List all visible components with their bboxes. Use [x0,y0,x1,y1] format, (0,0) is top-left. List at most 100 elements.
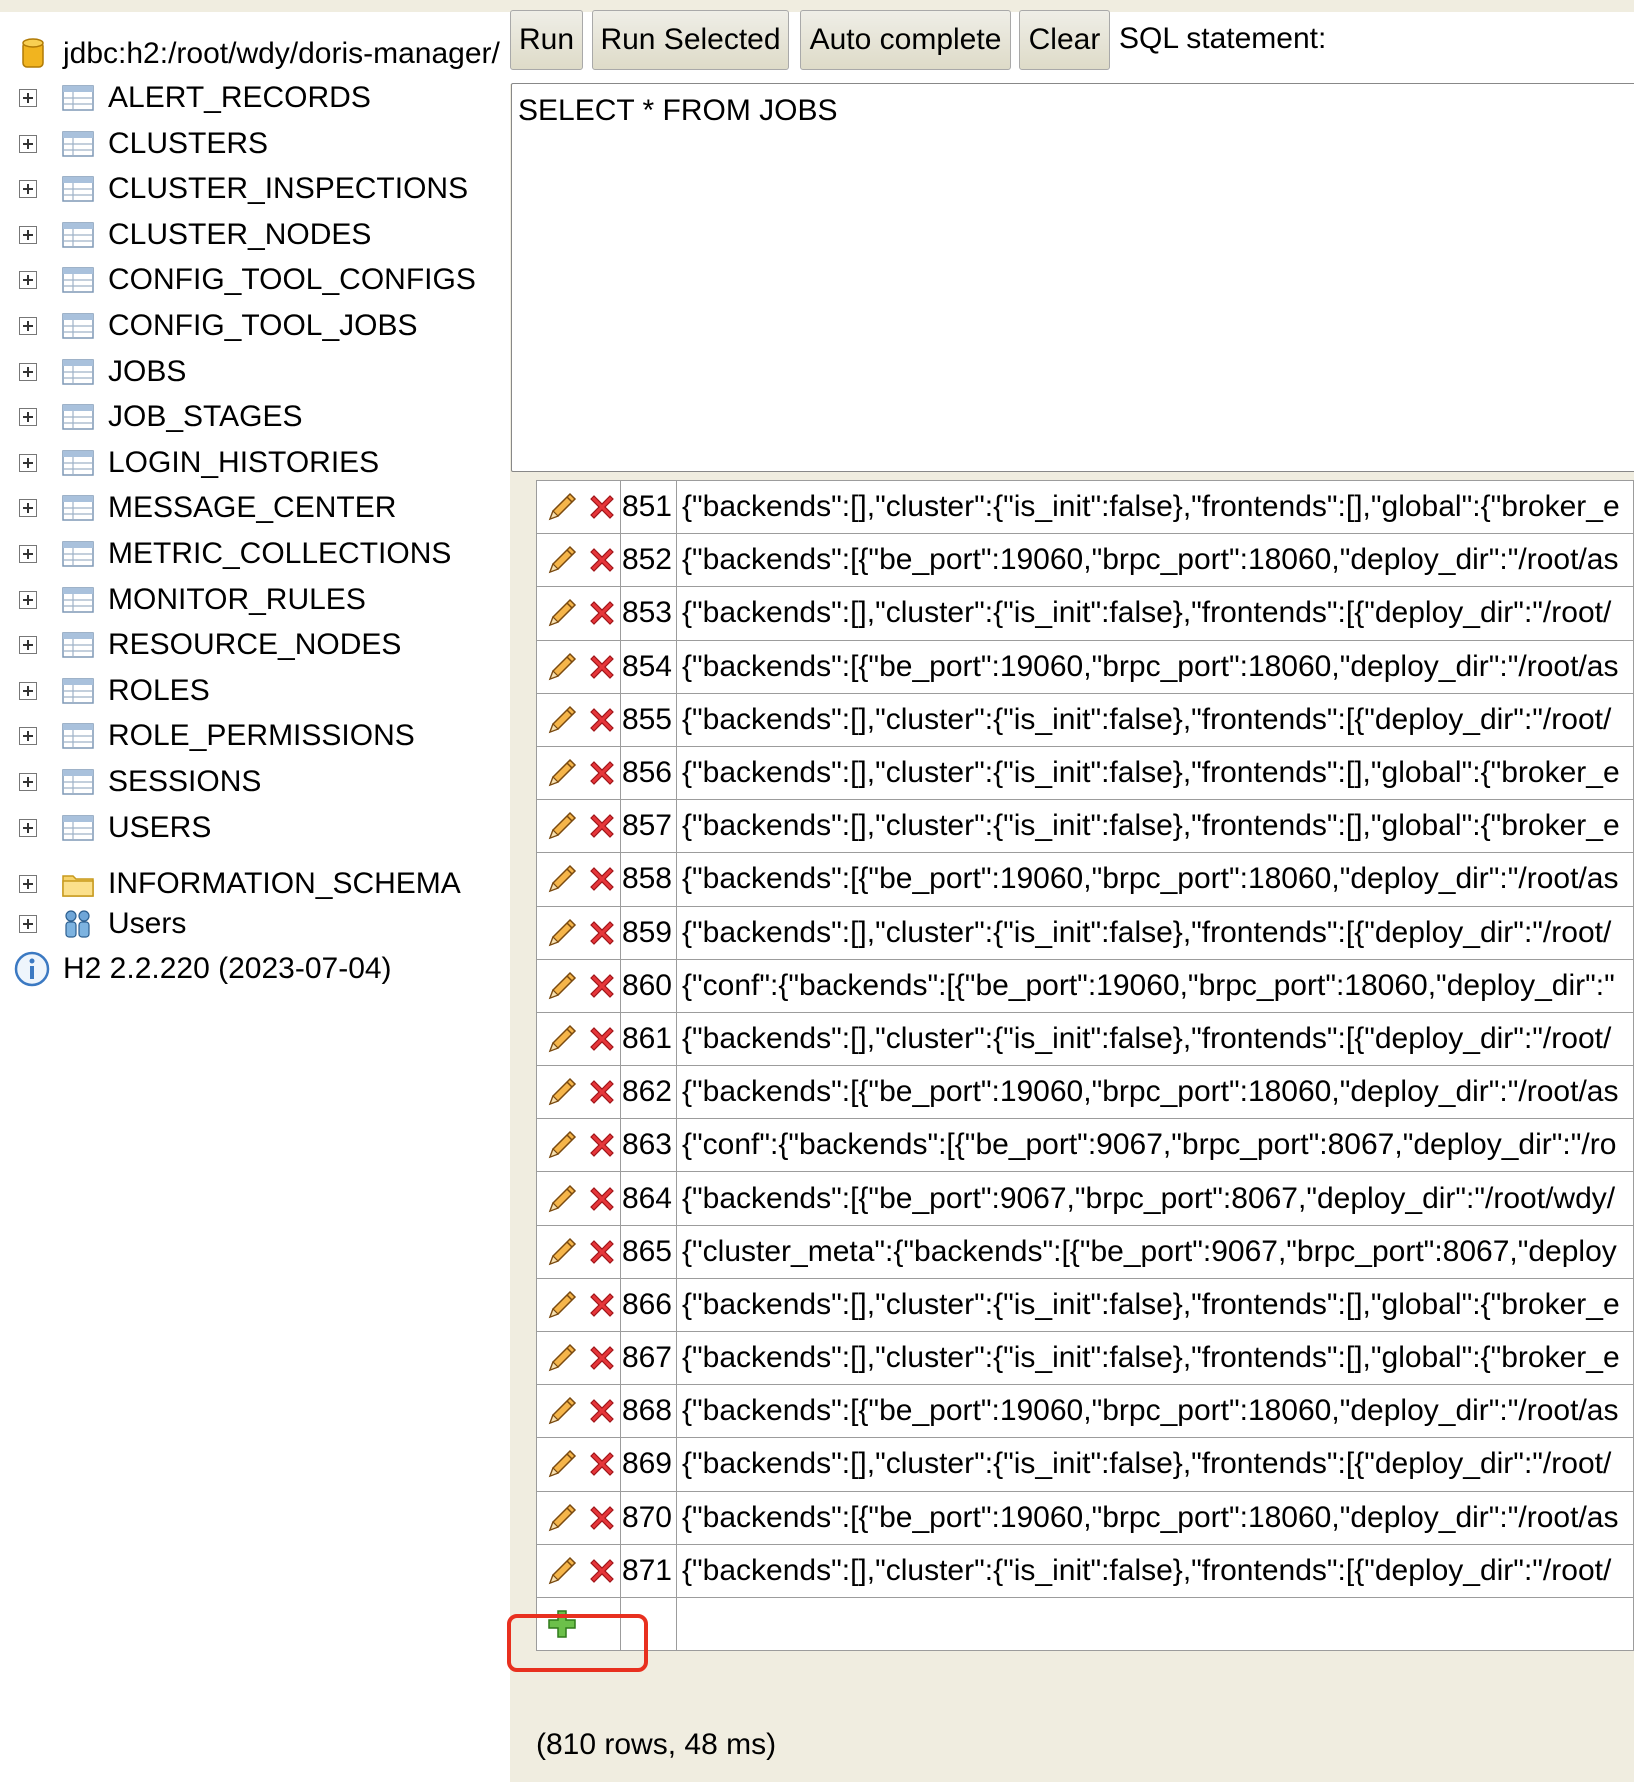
expand-plus-icon[interactable] [19,225,37,244]
expand-plus-icon[interactable] [19,545,37,563]
folder-icon [62,875,94,897]
expand-plus-icon[interactable] [19,875,37,893]
run-selected-button[interactable]: Run Selected [592,10,789,70]
delete-icon[interactable] [585,1501,619,1535]
pencil-icon[interactable] [545,1394,579,1428]
expand-plus-icon[interactable] [19,727,37,746]
pencil-icon[interactable] [545,809,579,843]
row-id: 864 [620,1171,677,1226]
row-value: {"conf":{"backends":[{"be_port":19060,"b… [676,958,1634,1013]
delete-icon[interactable] [585,490,619,524]
table-label: CLUSTER_NODES [108,217,372,251]
row-actions [535,533,622,588]
expand-plus-icon[interactable] [19,362,37,381]
row-actions [535,958,622,1013]
row-id: 870 [620,1490,677,1545]
delete-icon[interactable] [585,1288,619,1322]
expand-plus-icon[interactable] [19,681,37,700]
version-label: H2 2.2.220 (2023-07-04) [63,952,392,985]
table-label: MONITOR_RULES [108,582,366,616]
row-id: 861 [620,1011,677,1067]
delete-icon[interactable] [585,1128,619,1162]
pencil-icon[interactable] [545,596,579,630]
pencil-icon[interactable] [545,969,579,1003]
pencil-icon[interactable] [545,862,579,896]
pencil-icon[interactable] [545,1022,579,1056]
delete-icon[interactable] [585,1075,619,1109]
table-row: 870 {"backends":[{"be_port":19060,"brpc_p… [535,1490,1634,1545]
delete-icon[interactable] [585,809,619,843]
delete-icon[interactable] [585,703,619,737]
row-value: {"backends":[{"be_port":19060,"brpc_port… [676,1384,1634,1439]
expand-plus-icon[interactable] [19,773,37,791]
row-value: {"backends":[],"cluster":{"is_init":fals… [676,799,1634,854]
pencil-icon[interactable] [545,543,579,577]
delete-icon[interactable] [585,756,619,790]
pencil-icon[interactable] [545,1554,579,1588]
auto-complete-button[interactable]: Auto complete [800,10,1011,70]
expand-plus-icon[interactable] [19,818,37,837]
expand-plus-icon[interactable] [19,408,37,427]
pencil-icon[interactable] [545,490,579,524]
table-icon [62,541,94,567]
schema-label: INFORMATION_SCHEMA [108,867,461,900]
pencil-icon[interactable] [545,650,579,684]
connection-url: jdbc:h2:/root/wdy/doris-manager/ [63,37,500,70]
add-row-cell [535,1596,622,1652]
table-row: 853 {"backends":[],"cluster":{"is_init":f… [535,586,1634,641]
delete-icon[interactable] [585,650,619,684]
table-label: MESSAGE_CENTER [108,491,397,525]
table-row: 868 {"backends":[{"be_port":19060,"brpc_p… [535,1384,1634,1439]
delete-icon[interactable] [585,1394,619,1428]
expand-plus-icon[interactable] [19,317,37,335]
delete-icon[interactable] [585,1554,619,1588]
pencil-icon[interactable] [545,1447,579,1481]
delete-icon[interactable] [585,1235,619,1269]
pencil-icon[interactable] [545,1075,579,1109]
pencil-icon[interactable] [545,756,579,790]
row-id: 854 [620,639,677,694]
run-button[interactable]: Run [510,10,583,70]
delete-icon[interactable] [585,862,619,896]
row-actions [535,905,622,960]
delete-icon[interactable] [585,543,619,577]
add-row-icon[interactable] [545,1607,579,1641]
expand-plus-icon[interactable] [19,180,37,199]
pencil-icon[interactable] [545,1501,579,1535]
expand-plus-icon[interactable] [19,271,37,290]
expand-plus-icon[interactable] [19,134,37,153]
row-value: {"backends":[],"cluster":{"is_init":fals… [676,586,1634,641]
sql-editor[interactable]: SELECT * FROM JOBS [511,83,1634,472]
delete-icon[interactable] [585,1182,619,1216]
pencil-icon[interactable] [545,1128,579,1162]
table-row: 852 {"backends":[{"be_port":19060,"brpc_p… [535,533,1634,588]
expand-plus-icon[interactable] [19,499,37,518]
pencil-icon[interactable] [545,1341,579,1375]
pencil-icon[interactable] [545,1235,579,1269]
row-id: 869 [620,1437,677,1492]
row-id: 857 [620,799,677,854]
table-icon [62,632,94,658]
delete-icon[interactable] [585,916,619,950]
expand-plus-icon[interactable] [19,636,37,655]
table-label: LOGIN_HISTORIES [108,445,380,479]
delete-icon[interactable] [585,969,619,1003]
row-actions [535,479,622,535]
pencil-icon[interactable] [545,1288,579,1322]
expand-plus-icon[interactable] [19,453,37,472]
clear-button[interactable]: Clear [1019,10,1110,70]
row-actions [535,1490,622,1545]
delete-icon[interactable] [585,1022,619,1056]
pencil-icon[interactable] [545,1182,579,1216]
pencil-icon[interactable] [545,703,579,737]
table-icon [62,723,94,750]
delete-icon[interactable] [585,1447,619,1481]
expand-plus-icon[interactable] [19,590,37,609]
row-value: {"conf":{"backends":[{"be_port":9067,"br… [676,1118,1634,1173]
delete-icon[interactable] [585,1341,619,1375]
pencil-icon[interactable] [545,916,579,950]
row-value: {"backends":[{"be_port":19060,"brpc_port… [676,1490,1634,1545]
expand-plus-icon[interactable] [19,89,37,107]
delete-icon[interactable] [585,596,619,630]
expand-plus-icon[interactable] [19,915,37,933]
